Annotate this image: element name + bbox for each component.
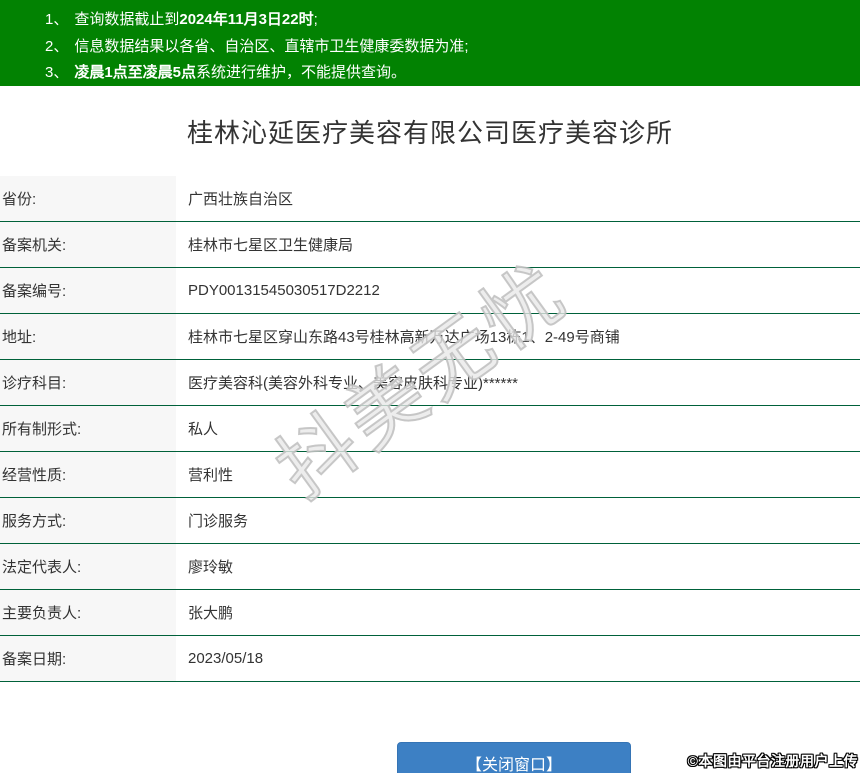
row-value: 广西壮族自治区 [176, 176, 860, 221]
table-row-main-responsible-person: 主要负责人: 张大鹏 [0, 590, 860, 636]
table-row-filing-number: 备案编号: PDY00131545030517D2212 [0, 268, 860, 314]
table-row-ownership: 所有制形式: 私人 [0, 406, 860, 452]
table-row-medical-subjects: 诊疗科目: 医疗美容科(美容外科专业、美容皮肤科专业)****** [0, 360, 860, 406]
notice-text: ; [313, 11, 318, 28]
row-label: 备案编号: [0, 268, 176, 313]
title-area: 桂林沁延医疗美容有限公司医疗美容诊所 [0, 86, 860, 176]
table-row-filing-authority: 备案机关: 桂林市七星区卫生健康局 [0, 222, 860, 268]
notice-line-3: 3、 凌晨1点至凌晨5点系统进行维护，不能提供查询。 [45, 60, 850, 87]
notice-text-bold: 凌晨1点至凌晨5点 [74, 64, 197, 81]
row-label: 所有制形式: [0, 406, 176, 451]
row-label: 服务方式: [0, 498, 176, 543]
table-row-service-mode: 服务方式: 门诊服务 [0, 498, 860, 544]
row-value: 2023/05/18 [176, 636, 860, 681]
notice-line-1: 1、 查询数据截止到2024年11月3日22时; [45, 7, 850, 34]
close-window-button[interactable]: 【关闭窗口】 [397, 742, 631, 773]
row-label: 法定代表人: [0, 544, 176, 589]
row-label: 地址: [0, 314, 176, 359]
row-value: 私人 [176, 406, 860, 451]
row-value: PDY00131545030517D2212 [176, 268, 860, 313]
page-title: 桂林沁延医疗美容有限公司医疗美容诊所 [186, 117, 673, 148]
row-value: 张大鹏 [176, 590, 860, 635]
table-row-business-nature: 经营性质: 营利性 [0, 452, 860, 498]
row-value: 桂林市七星区卫生健康局 [176, 222, 860, 267]
notice-text: 信息数据结果以各省、自治区、直辖市卫生健康委数据为准; [74, 37, 469, 55]
table-row-filing-date: 备案日期: 2023/05/18 [0, 636, 860, 682]
notice-number: 1、 [45, 11, 69, 28]
row-value: 医疗美容科(美容外科专业、美容皮肤科专业)****** [176, 360, 860, 405]
notice-number: 3、 [45, 64, 69, 81]
row-value: 桂林市七星区穿山东路43号桂林高新万达广场13栋1、2-49号商铺 [176, 314, 860, 359]
notice-text-bold: 2024年11月3日22时 [179, 11, 314, 28]
notice-text: 查询数据截止到 [74, 11, 180, 28]
row-value: 门诊服务 [176, 498, 860, 543]
page: 1、 查询数据截止到2024年11月3日22时; 2、 信息数据结果以各省、自治区、… [0, 0, 860, 773]
notice-text: 系统进行维护，不能提供查询。 [196, 64, 407, 81]
notice-banner: 1、 查询数据截止到2024年11月3日22时; 2、 信息数据结果以各省、自治区、… [0, 0, 860, 86]
row-label: 诊疗科目: [0, 360, 176, 405]
table-row-legal-representative: 法定代表人: 廖玲敏 [0, 544, 860, 590]
table-row-province: 省份: 广西壮族自治区 [0, 176, 860, 222]
row-label: 备案机关: [0, 222, 176, 267]
notice-number: 2、 [45, 37, 69, 55]
row-value: 营利性 [176, 452, 860, 497]
row-label: 经营性质: [0, 452, 176, 497]
row-label: 省份: [0, 176, 176, 221]
record-table: 省份: 广西壮族自治区 备案机关: 桂林市七星区卫生健康局 备案编号: PDY0… [0, 176, 860, 682]
notice-line-2: 2、 信息数据结果以各省、自治区、直辖市卫生健康委数据为准; [45, 34, 850, 61]
row-label: 备案日期: [0, 636, 176, 681]
table-row-address: 地址: 桂林市七星区穿山东路43号桂林高新万达广场13栋1、2-49号商铺 [0, 314, 860, 360]
row-label: 主要负责人: [0, 590, 176, 635]
row-value: 廖玲敏 [176, 544, 860, 589]
uploader-stamp: ©本图由平台注册用户上传 [687, 753, 858, 769]
